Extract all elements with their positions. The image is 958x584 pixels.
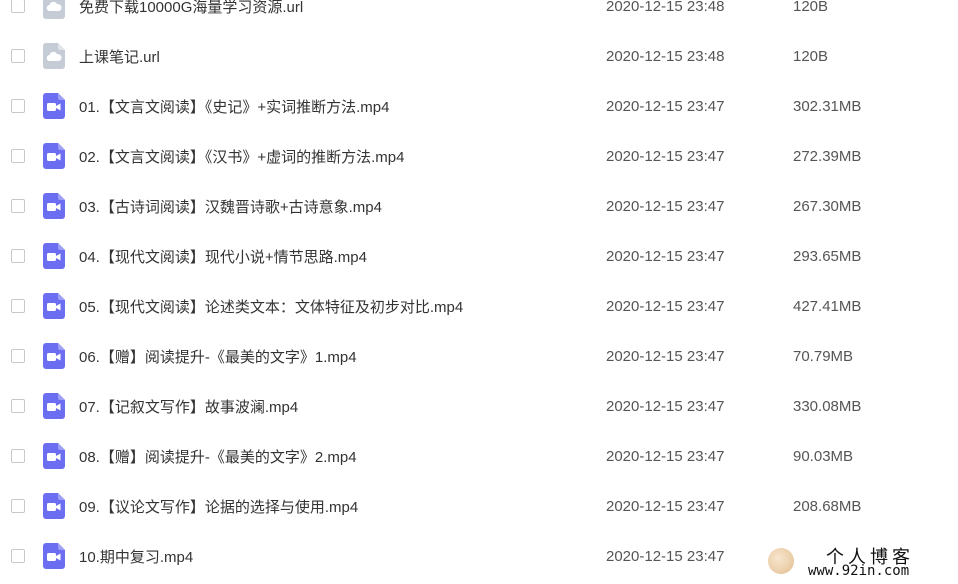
row-checkbox[interactable]	[11, 499, 25, 513]
row-checkbox[interactable]	[11, 49, 25, 63]
file-name[interactable]: 04.【现代文阅读】现代小说+情节思路.mp4	[79, 246, 367, 267]
file-size: 293.65MB	[793, 247, 862, 265]
file-size: 120B	[793, 47, 829, 65]
watermark-logo-icon	[768, 548, 794, 574]
file-row[interactable]: 上课笔记.url 2020-12-15 23:48 120B	[0, 31, 958, 81]
file-row[interactable]: 免费下载10000G海量学习资源.url 2020-12-15 23:48 120B	[0, 0, 958, 31]
file-name[interactable]: 06.【赠】阅读提升-《最美的文字》1.mp4	[79, 346, 357, 367]
file-list: 免费下载10000G海量学习资源.url 2020-12-15 23:48 120B…	[0, 0, 958, 584]
row-checkbox[interactable]	[11, 249, 25, 263]
file-row[interactable]: 04.【现代文阅读】现代小说+情节思路.mp4 2020-12-15 23:47 2…	[0, 231, 958, 281]
row-checkbox[interactable]	[11, 549, 25, 563]
file-name[interactable]: 09.【议论文写作】论据的选择与使用.mp4	[79, 496, 358, 517]
file-name[interactable]: 01.【文言文阅读】《史记》+实词推断方法.mp4	[79, 96, 389, 117]
video-file-icon	[43, 143, 65, 169]
video-file-icon	[43, 243, 65, 269]
file-date: 2020-12-15 23:47	[606, 547, 725, 565]
file-name[interactable]: 03.【古诗词阅读】汉魏晋诗歌+古诗意象.mp4	[79, 196, 382, 217]
file-date: 2020-12-15 23:48	[606, 0, 725, 15]
row-checkbox[interactable]	[11, 199, 25, 213]
file-date: 2020-12-15 23:47	[606, 447, 725, 465]
file-size: 272.39MB	[793, 147, 862, 165]
file-size: 302.31MB	[793, 97, 862, 115]
file-row[interactable]: 01.【文言文阅读】《史记》+实词推断方法.mp4 2020-12-15 23:4…	[0, 81, 958, 131]
file-date: 2020-12-15 23:48	[606, 47, 725, 65]
file-name[interactable]: 08.【赠】阅读提升-《最美的文字》2.mp4	[79, 446, 357, 467]
file-size: 330.08MB	[793, 397, 862, 415]
file-name[interactable]: 10.期中复习.mp4	[79, 546, 193, 567]
row-checkbox[interactable]	[11, 449, 25, 463]
video-file-icon	[43, 93, 65, 119]
file-size: 208.68MB	[793, 497, 862, 515]
row-checkbox[interactable]	[11, 349, 25, 363]
video-file-icon	[43, 343, 65, 369]
file-name[interactable]: 07.【记叙文写作】故事波澜.mp4	[79, 396, 298, 417]
file-date: 2020-12-15 23:47	[606, 497, 725, 515]
file-date: 2020-12-15 23:47	[606, 197, 725, 215]
video-file-icon	[43, 293, 65, 319]
video-file-icon	[43, 543, 65, 569]
video-file-icon	[43, 443, 65, 469]
file-name[interactable]: 05.【现代文阅读】论述类文本：文体特征及初步对比.mp4	[79, 296, 463, 317]
video-file-icon	[43, 493, 65, 519]
file-name[interactable]: 02.【文言文阅读】《汉书》+虚词的推断方法.mp4	[79, 146, 404, 167]
file-size: 427.41MB	[793, 297, 862, 315]
file-date: 2020-12-15 23:47	[606, 97, 725, 115]
file-row[interactable]: 02.【文言文阅读】《汉书》+虚词的推断方法.mp4 2020-12-15 23:…	[0, 131, 958, 181]
file-row[interactable]: 06.【赠】阅读提升-《最美的文字》1.mp4 2020-12-15 23:47 7…	[0, 331, 958, 381]
file-date: 2020-12-15 23:47	[606, 397, 725, 415]
file-row[interactable]: 05.【现代文阅读】论述类文本：文体特征及初步对比.mp4 2020-12-15 …	[0, 281, 958, 331]
watermark-url: www.92in.com	[808, 563, 910, 579]
row-checkbox[interactable]	[11, 299, 25, 313]
file-size: 70.79MB	[793, 347, 854, 365]
file-date: 2020-12-15 23:47	[606, 297, 725, 315]
file-row[interactable]: 09.【议论文写作】论据的选择与使用.mp4 2020-12-15 23:47 20…	[0, 481, 958, 531]
watermark: 个人博客 www.92in.com	[764, 542, 954, 582]
file-date: 2020-12-15 23:47	[606, 247, 725, 265]
row-checkbox[interactable]	[11, 149, 25, 163]
file-row[interactable]: 08.【赠】阅读提升-《最美的文字》2.mp4 2020-12-15 23:47 9…	[0, 431, 958, 481]
video-file-icon	[43, 193, 65, 219]
file-date: 2020-12-15 23:47	[606, 147, 725, 165]
row-checkbox[interactable]	[11, 99, 25, 113]
video-file-icon	[43, 393, 65, 419]
file-row[interactable]: 03.【古诗词阅读】汉魏晋诗歌+古诗意象.mp4 2020-12-15 23:47…	[0, 181, 958, 231]
file-name[interactable]: 上课笔记.url	[79, 46, 160, 67]
row-checkbox[interactable]	[11, 0, 25, 13]
row-checkbox[interactable]	[11, 399, 25, 413]
file-name[interactable]: 免费下载10000G海量学习资源.url	[79, 0, 303, 17]
file-size: 267.30MB	[793, 197, 862, 215]
cloud-file-icon	[43, 0, 65, 19]
file-date: 2020-12-15 23:47	[606, 347, 725, 365]
file-size: 90.03MB	[793, 447, 854, 465]
cloud-file-icon	[43, 43, 65, 69]
file-row[interactable]: 07.【记叙文写作】故事波澜.mp4 2020-12-15 23:47 330.08…	[0, 381, 958, 431]
file-size: 120B	[793, 0, 829, 15]
